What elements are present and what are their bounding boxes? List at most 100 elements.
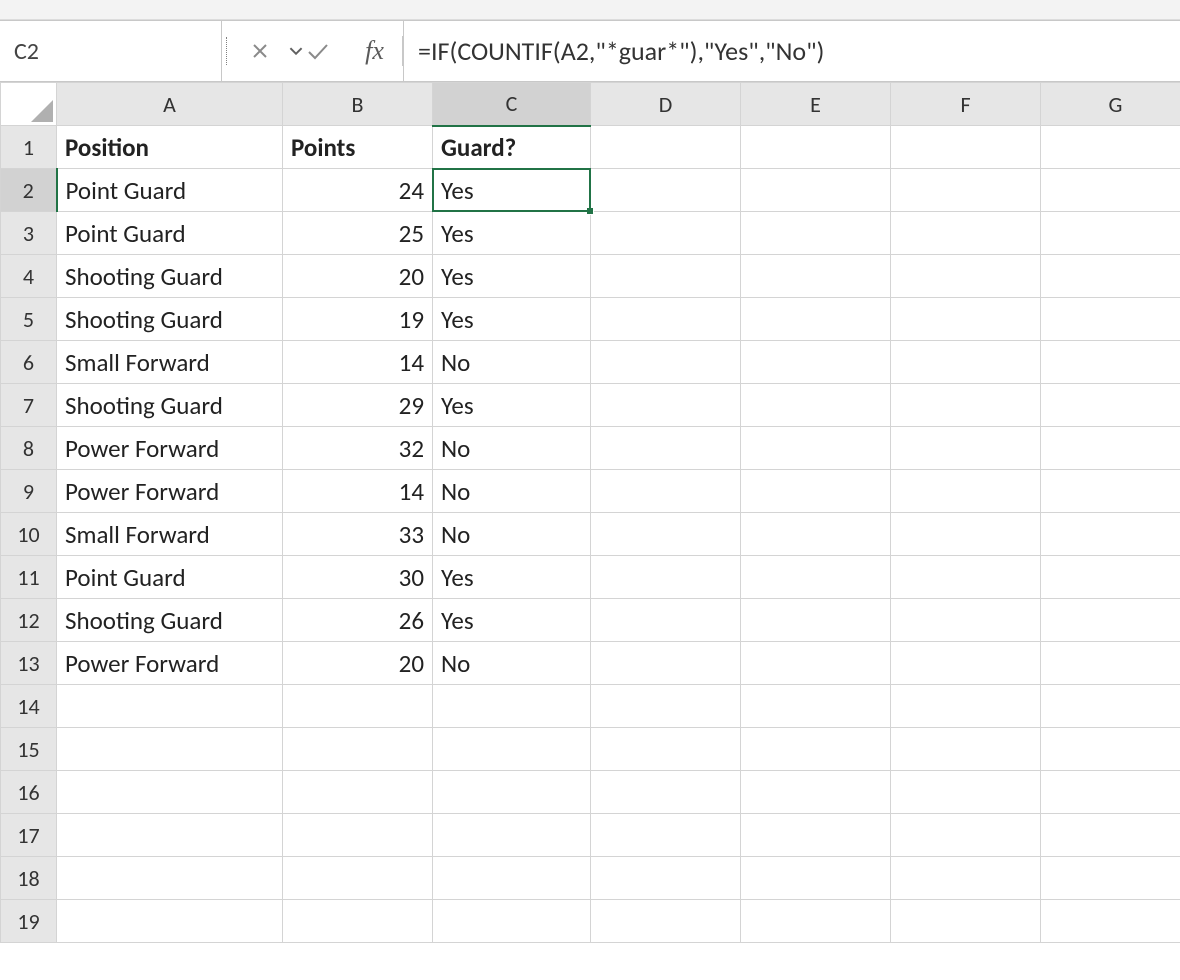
cell-E17[interactable] xyxy=(741,814,891,857)
cell-G3[interactable] xyxy=(1041,212,1180,255)
cell-F1[interactable] xyxy=(891,126,1041,169)
cell-D19[interactable] xyxy=(591,900,741,943)
grid-body[interactable]: 1PositionPointsGuard?2Point Guard24Yes3P… xyxy=(1,126,1180,943)
row-header-10[interactable]: 10 xyxy=(1,513,57,556)
cell-B11[interactable]: 30 xyxy=(283,556,433,599)
cell-C14[interactable] xyxy=(433,685,591,728)
cell-B4[interactable]: 20 xyxy=(283,255,433,298)
cell-D16[interactable] xyxy=(591,771,741,814)
cell-E3[interactable] xyxy=(741,212,891,255)
cell-A12[interactable]: Shooting Guard xyxy=(57,599,283,642)
cell-C17[interactable] xyxy=(433,814,591,857)
cell-C6[interactable]: No xyxy=(433,341,591,384)
cell-E10[interactable] xyxy=(741,513,891,556)
cell-A11[interactable]: Point Guard xyxy=(57,556,283,599)
cell-G12[interactable] xyxy=(1041,599,1180,642)
row-header-6[interactable]: 6 xyxy=(1,341,57,384)
cell-F18[interactable] xyxy=(891,857,1041,900)
cell-B2[interactable]: 24 xyxy=(283,169,433,212)
cell-D13[interactable] xyxy=(591,642,741,685)
cell-E8[interactable] xyxy=(741,427,891,470)
fill-handle[interactable] xyxy=(586,207,594,215)
cell-D5[interactable] xyxy=(591,298,741,341)
cell-A14[interactable] xyxy=(57,685,283,728)
row-header-19[interactable]: 19 xyxy=(1,900,57,943)
cell-D7[interactable] xyxy=(591,384,741,427)
cell-C3[interactable]: Yes xyxy=(433,212,591,255)
cell-C4[interactable]: Yes xyxy=(433,255,591,298)
cell-E4[interactable] xyxy=(741,255,891,298)
cell-D8[interactable] xyxy=(591,427,741,470)
insert-function-button[interactable]: fx xyxy=(347,36,403,66)
cell-A7[interactable]: Shooting Guard xyxy=(57,384,283,427)
row-header-18[interactable]: 18 xyxy=(1,857,57,900)
cell-B19[interactable] xyxy=(283,900,433,943)
cell-A13[interactable]: Power Forward xyxy=(57,642,283,685)
cell-C18[interactable] xyxy=(433,857,591,900)
cell-F13[interactable] xyxy=(891,642,1041,685)
cell-E18[interactable] xyxy=(741,857,891,900)
cell-G5[interactable] xyxy=(1041,298,1180,341)
cell-A10[interactable]: Small Forward xyxy=(57,513,283,556)
cell-D6[interactable] xyxy=(591,341,741,384)
cell-F11[interactable] xyxy=(891,556,1041,599)
cell-F12[interactable] xyxy=(891,599,1041,642)
select-all-button[interactable] xyxy=(1,83,57,126)
cell-F9[interactable] xyxy=(891,470,1041,513)
cell-G1[interactable] xyxy=(1041,126,1180,169)
cell-C16[interactable] xyxy=(433,771,591,814)
row-header-16[interactable]: 16 xyxy=(1,771,57,814)
cell-E11[interactable] xyxy=(741,556,891,599)
cell-A17[interactable] xyxy=(57,814,283,857)
cell-G16[interactable] xyxy=(1041,771,1180,814)
cell-B9[interactable]: 14 xyxy=(283,470,433,513)
cell-E14[interactable] xyxy=(741,685,891,728)
cell-B17[interactable] xyxy=(283,814,433,857)
cell-F2[interactable] xyxy=(891,169,1041,212)
column-header-E[interactable]: E xyxy=(741,83,891,126)
column-header-D[interactable]: D xyxy=(591,83,741,126)
row-header-13[interactable]: 13 xyxy=(1,642,57,685)
cell-G4[interactable] xyxy=(1041,255,1180,298)
cell-B3[interactable]: 25 xyxy=(283,212,433,255)
row-header-15[interactable]: 15 xyxy=(1,728,57,771)
row-header-2[interactable]: 2 xyxy=(1,169,57,212)
formula-input-area[interactable] xyxy=(404,21,1180,81)
worksheet[interactable]: ABCDEFG 1PositionPointsGuard?2Point Guar… xyxy=(0,82,1180,943)
cell-F17[interactable] xyxy=(891,814,1041,857)
cell-F7[interactable] xyxy=(891,384,1041,427)
cell-D9[interactable] xyxy=(591,470,741,513)
cell-B14[interactable] xyxy=(283,685,433,728)
column-header-B[interactable]: B xyxy=(283,83,433,126)
cell-F15[interactable] xyxy=(891,728,1041,771)
cell-E9[interactable] xyxy=(741,470,891,513)
cell-F14[interactable] xyxy=(891,685,1041,728)
cell-G2[interactable] xyxy=(1041,169,1180,212)
row-header-1[interactable]: 1 xyxy=(1,126,57,169)
cell-D4[interactable] xyxy=(591,255,741,298)
cell-C12[interactable]: Yes xyxy=(433,599,591,642)
cell-D10[interactable] xyxy=(591,513,741,556)
cell-A6[interactable]: Small Forward xyxy=(57,341,283,384)
name-box[interactable] xyxy=(0,21,222,81)
cell-E7[interactable] xyxy=(741,384,891,427)
cell-A3[interactable]: Point Guard xyxy=(57,212,283,255)
cell-B10[interactable]: 33 xyxy=(283,513,433,556)
cell-A19[interactable] xyxy=(57,900,283,943)
cell-B6[interactable]: 14 xyxy=(283,341,433,384)
cell-E2[interactable] xyxy=(741,169,891,212)
cell-G7[interactable] xyxy=(1041,384,1180,427)
cell-G10[interactable] xyxy=(1041,513,1180,556)
cell-E13[interactable] xyxy=(741,642,891,685)
row-header-8[interactable]: 8 xyxy=(1,427,57,470)
name-box-input[interactable] xyxy=(12,36,289,67)
row-header-12[interactable]: 12 xyxy=(1,599,57,642)
cell-D12[interactable] xyxy=(591,599,741,642)
cell-B18[interactable] xyxy=(283,857,433,900)
cell-F4[interactable] xyxy=(891,255,1041,298)
cell-F16[interactable] xyxy=(891,771,1041,814)
cell-B16[interactable] xyxy=(283,771,433,814)
cell-G6[interactable] xyxy=(1041,341,1180,384)
cell-C9[interactable]: No xyxy=(433,470,591,513)
row-header-3[interactable]: 3 xyxy=(1,212,57,255)
